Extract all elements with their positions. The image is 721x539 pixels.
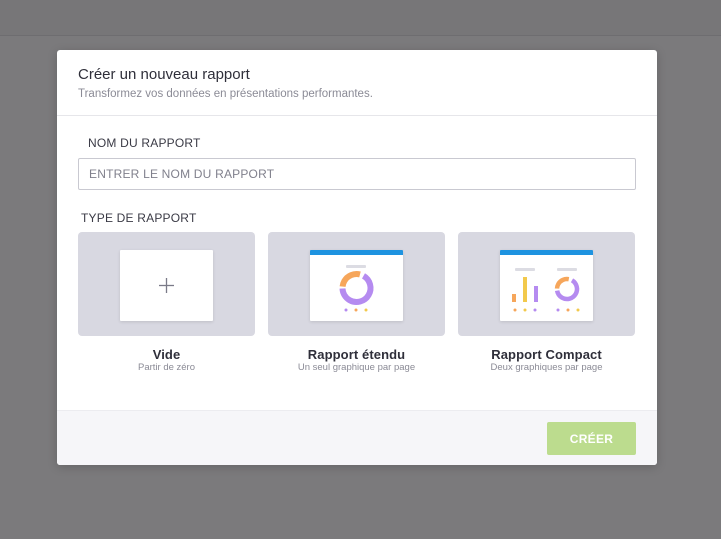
report-type-thumbnail[interactable]: [458, 232, 635, 336]
report-type-description: Partir de zéro: [137, 362, 196, 373]
report-type-card-compact[interactable]: Rapport Compact Deux graphiques par page: [458, 232, 635, 374]
blank-page-thumbnail: [120, 250, 213, 321]
dialog-header: Créer un nouveau rapport Transformez vos…: [57, 50, 657, 116]
report-type-thumbnail[interactable]: [268, 232, 445, 336]
report-type-name: Rapport étendu: [307, 347, 406, 362]
report-type-description: Un seul graphique par page: [297, 362, 416, 373]
report-type-card-empty[interactable]: Vide Partir de zéro: [78, 232, 255, 374]
app-top-bar: [0, 0, 721, 36]
dialog-body: NOM DU RAPPORT TYPE DE RAPPORT Vide Part…: [57, 116, 657, 411]
create-button[interactable]: CRÉER: [547, 422, 636, 455]
report-type-description: Deux graphiques par page: [490, 362, 603, 373]
two-chart-page-thumbnail: [500, 250, 593, 321]
report-name-label: NOM DU RAPPORT: [88, 136, 201, 150]
report-name-input[interactable]: [78, 158, 636, 190]
single-chart-page-thumbnail: [310, 250, 403, 321]
report-type-card-extended[interactable]: Rapport étendu Un seul graphique par pag…: [268, 232, 445, 374]
report-type-thumbnail[interactable]: [78, 232, 255, 336]
dialog-subtitle: Transformez vos données en présentations…: [78, 88, 373, 100]
donut-chart-icon: [339, 265, 374, 312]
dialog-footer: CRÉER: [57, 410, 657, 465]
report-type-label: TYPE DE RAPPORT: [81, 211, 197, 225]
report-type-name: Rapport Compact: [491, 347, 602, 362]
bar-and-donut-chart-icon: [512, 268, 580, 312]
create-report-dialog: Créer un nouveau rapport Transformez vos…: [57, 50, 657, 465]
dialog-title: Créer un nouveau rapport: [78, 66, 250, 83]
plus-icon: [159, 278, 174, 293]
report-type-name: Vide: [152, 347, 181, 362]
